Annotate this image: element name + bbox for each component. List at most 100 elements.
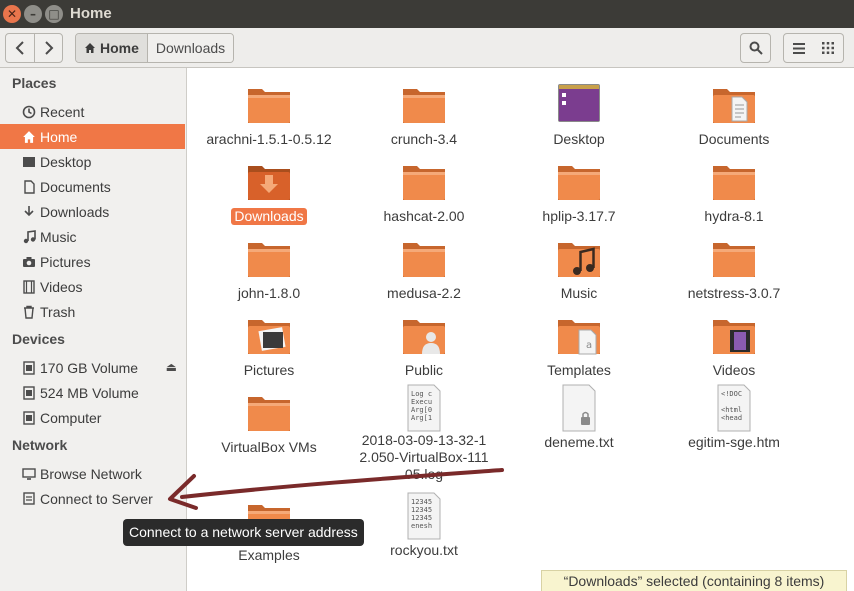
folder-icon [248,397,290,431]
sidebar-item-downloads[interactable]: Downloads [0,199,185,224]
file-item[interactable]: Downloads [194,158,344,225]
file-label: john-1.8.0 [237,285,301,301]
file-item[interactable]: deneme.txt [504,384,654,451]
sidebar-item-recent[interactable]: Recent [0,99,185,124]
sidebar-item-desktop[interactable]: Desktop [0,149,185,174]
sidebar-item-computer[interactable]: Computer [0,405,185,430]
preview-line: enesh [411,522,432,530]
music-folder-icon [558,243,600,277]
list-icon [792,42,805,54]
places-heading: Places [12,75,57,91]
file-item[interactable]: Videos [659,312,809,379]
file-item[interactable]: john-1.8.0 [194,235,344,302]
back-button[interactable] [6,34,34,62]
file-label: arachni-1.5.1-0.5.12 [206,131,332,147]
file-label: VirtualBox VMs [221,439,317,455]
sidebar-item-label: Connect to Server [40,490,153,507]
sidebar-item-label: Computer [40,409,102,426]
file-item[interactable]: hydra-8.1 [659,158,809,225]
sidebar-item-524mb-volume[interactable]: 524 MB Volume [0,380,185,405]
pictures-folder-icon [248,320,290,354]
sidebar-item-music[interactable]: Music [0,224,185,249]
file-item[interactable]: Music [504,235,654,302]
path-crumb-home[interactable]: Home [76,34,147,62]
file-item[interactable]: Public [349,312,499,379]
maximize-window-button[interactable]: □ [45,5,63,23]
chevron-right-icon [44,41,53,55]
sidebar-item-trash[interactable]: Trash [0,299,185,324]
drive-icon [21,410,37,426]
close-window-button[interactable]: ✕ [3,5,21,23]
folder-icon [403,243,445,277]
eject-icon[interactable]: ⏏ [166,360,177,374]
preview-line: <html [721,406,742,414]
grid-view-button[interactable] [813,33,844,63]
desktop-icon [21,154,37,170]
sidebar-item-170gb-volume[interactable]: 170 GB Volume ⏏ [0,355,185,380]
sidebar-item-videos[interactable]: Videos [0,274,185,299]
svg-text:a: a [586,340,592,351]
path-crumb-downloads[interactable]: Downloads [146,34,234,62]
file-item[interactable]: Log c Execu Arg[0 Arg[1 2018-03-09-13-32… [349,384,499,483]
file-item[interactable]: hplip-3.17.7 [504,158,654,225]
minimize-window-button[interactable]: – [24,5,42,23]
search-icon [749,41,763,55]
preview-line: Log c [411,390,432,398]
desktop-folder-icon [558,84,600,122]
file-item[interactable]: VirtualBox VMs [194,389,344,456]
file-item[interactable]: crunch-3.4 [349,81,499,148]
file-item[interactable]: hashcat-2.00 [349,158,499,225]
file-label: crunch-3.4 [390,131,458,147]
title-bar: ✕ – □ Home [0,0,854,28]
file-item[interactable]: <!DOC <html <head egitim-sge.htm [659,384,809,451]
file-label: deneme.txt [544,434,614,450]
file-item[interactable]: a Templates [504,312,654,379]
preview-line: <head [721,414,742,422]
folder-icon [403,89,445,123]
documents-folder-icon [713,89,755,123]
downloads-folder-icon [248,166,290,200]
file-item[interactable]: Pictures [194,312,344,379]
file-manager-window: ✕ – □ Home Home Downloads Places Recent … [0,0,854,591]
file-item[interactable]: Desktop [504,81,654,148]
text-file-icon: 12345 12345 12345 enesh [407,492,441,540]
sidebar-item-label: Documents [40,178,111,195]
sidebar-item-home[interactable]: Home [0,124,185,149]
sidebar-item-connect-to-server[interactable]: Connect to Server [0,486,185,511]
forward-button[interactable] [34,34,62,62]
home-icon [21,129,37,145]
document-icon [21,179,37,195]
file-label: Templates [547,362,611,378]
devices-heading: Devices [12,331,65,347]
file-item[interactable]: medusa-2.2 [349,235,499,302]
drive-icon [21,385,37,401]
public-folder-icon [403,320,445,354]
file-item[interactable]: Documents [659,81,809,148]
search-button[interactable] [740,33,771,63]
sidebar-item-browse-network[interactable]: Browse Network [0,461,185,486]
film-icon [21,279,37,295]
music-icon [21,229,37,245]
network-heading: Network [12,437,68,453]
file-label: Pictures [243,362,295,378]
trash-icon [21,304,37,320]
preview-line: Arg[1 [411,414,432,422]
videos-folder-icon [713,320,755,354]
sidebar: Places Recent Home Desktop Documents Dow… [0,68,187,591]
preview-line: <!DOC [721,390,742,398]
file-label: 2018-03-09-13-32-12.050-VirtualBox-11105… [359,432,489,482]
file-item[interactable]: 12345 12345 12345 enesh rockyou.txt [349,492,499,559]
tooltip: Connect to a network server address [123,519,364,546]
list-view-button[interactable] [783,33,814,63]
file-item[interactable]: netstress-3.0.7 [659,235,809,302]
sidebar-item-documents[interactable]: Documents [0,174,185,199]
file-item[interactable]: arachni-1.5.1-0.5.12 [194,81,344,148]
window-title: Home [70,5,112,22]
sidebar-item-label: Downloads [40,203,110,220]
locked-file-icon [562,384,596,432]
path-bar: Home Downloads [75,33,235,63]
server-icon [21,491,37,507]
folder-icon [558,166,600,200]
sidebar-item-pictures[interactable]: Pictures [0,249,185,274]
preview-line: Arg[0 [411,406,432,414]
